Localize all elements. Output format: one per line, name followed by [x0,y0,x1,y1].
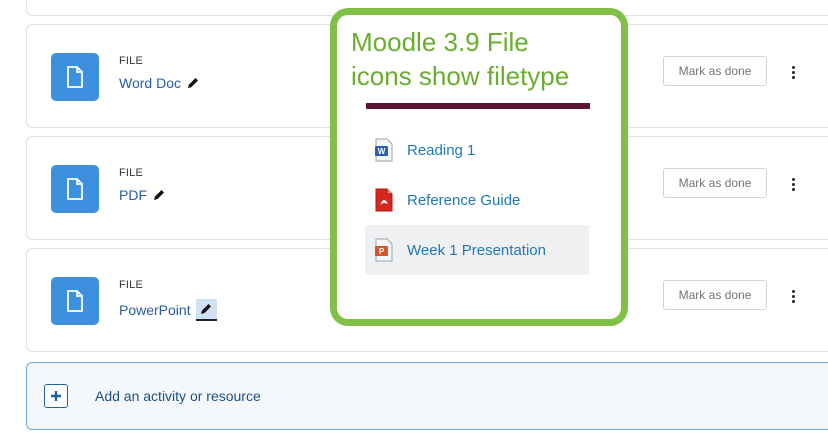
mark-as-done-button[interactable]: Mark as done [663,168,767,198]
file-icon [51,165,99,213]
file-item-reading-1[interactable]: W Reading 1 [365,125,589,175]
svg-text:W: W [378,147,386,156]
pencil-icon[interactable] [186,76,200,90]
file-item-label[interactable]: Reference Guide [407,192,520,209]
activity-link-powerpoint[interactable]: PowerPoint [119,299,217,321]
kebab-menu-icon[interactable] [787,61,799,83]
pencil-icon[interactable] [195,299,217,321]
activity-type-label: FILE [119,279,144,291]
activity-link-pdf[interactable]: PDF [119,187,166,203]
mark-as-done-button[interactable]: Mark as done [663,280,767,310]
file-icon [51,53,99,101]
activity-name[interactable]: Word Doc [119,75,181,91]
mark-as-done-button[interactable]: Mark as done [663,56,767,86]
kebab-menu-icon[interactable] [787,173,799,195]
add-activity-label[interactable]: Add an activity or resource [95,388,261,404]
powerpoint-file-icon: P [373,237,395,263]
svg-text:P: P [379,247,385,256]
activity-name[interactable]: PDF [119,187,147,203]
file-icon [51,277,99,325]
add-activity-button[interactable]: Add an activity or resource [26,362,828,430]
callout-underline [366,103,590,109]
activity-type-label: FILE [119,55,144,67]
callout-title-line-2: icons show filetype [351,61,570,91]
file-item-week-1-presentation[interactable]: P Week 1 Presentation [365,225,589,275]
callout-title-line-1: Moodle 3.9 File [351,27,529,57]
callout-title: Moodle 3.9 File icons show filetype [351,25,631,93]
word-file-icon: W [373,137,395,163]
file-item-label[interactable]: Week 1 Presentation [407,242,546,259]
file-list: W Reading 1 Reference Guide P Week 1 Pre… [365,125,589,275]
pencil-icon[interactable] [152,188,166,202]
pdf-file-icon [373,187,395,213]
activity-link-word-doc[interactable]: Word Doc [119,75,200,91]
activity-name[interactable]: PowerPoint [119,302,191,318]
activity-type-label: FILE [119,167,144,179]
kebab-menu-icon[interactable] [787,285,799,307]
file-item-reference-guide[interactable]: Reference Guide [365,175,589,225]
annotation-callout: Moodle 3.9 File icons show filetype W Re… [330,8,628,326]
plus-icon [44,384,68,408]
file-item-label[interactable]: Reading 1 [407,142,475,159]
